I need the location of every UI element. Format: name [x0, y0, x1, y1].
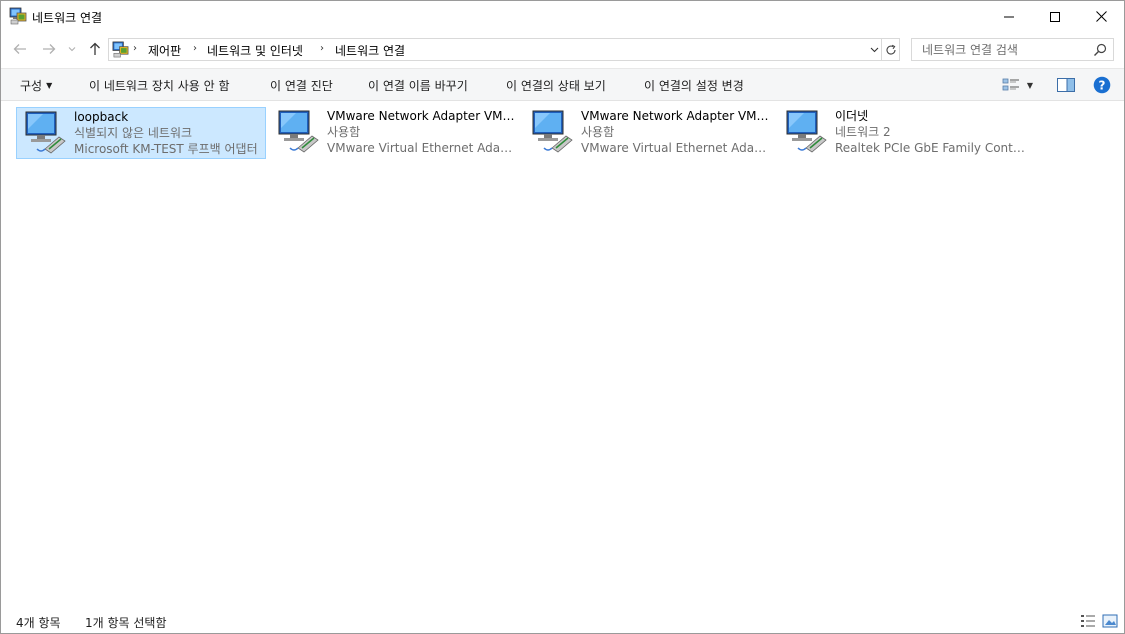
change-settings-button[interactable]: 이 연결의 설정 변경: [644, 77, 744, 94]
close-icon: [1095, 11, 1107, 22]
network-adapter-icon: [532, 110, 573, 153]
minimize-icon: [1004, 16, 1014, 17]
arrow-left-icon: [13, 44, 26, 54]
back-button[interactable]: [9, 38, 31, 60]
connection-item-vmnet1[interactable]: VMware Network Adapter VMnet1 사용함 VMware…: [270, 107, 520, 159]
connection-name: VMware Network Adapter VMnet1: [327, 109, 519, 123]
organize-menu-button[interactable]: 구성 ▼: [20, 77, 52, 94]
network-adapter-icon: [25, 111, 66, 154]
connection-device: Realtek PCIe GbE Family Controller: [835, 141, 1027, 155]
connection-device: VMware Virtual Ethernet Adapter...: [581, 141, 773, 155]
maximize-button[interactable]: [1032, 1, 1078, 32]
search-input[interactable]: [912, 39, 1090, 60]
details-view-icon[interactable]: [1080, 613, 1096, 629]
breadcrumb-separator[interactable]: ›: [320, 43, 324, 54]
breadcrumb-separator[interactable]: ›: [133, 43, 137, 54]
svg-text:?: ?: [1099, 78, 1106, 92]
connection-text: VMware Network Adapter VMnet1 사용함 VMware…: [327, 108, 519, 156]
connection-name: 이더넷: [835, 109, 869, 123]
window-title: 네트워크 연결: [32, 11, 103, 25]
rename-connection-button[interactable]: 이 연결 이름 바꾸기: [368, 77, 468, 94]
minimize-button[interactable]: [986, 1, 1032, 32]
connection-item-loopback[interactable]: loopback 식별되지 않은 네트워크 Microsoft KM-TEST …: [16, 107, 266, 159]
connection-status: 네트워크 2: [835, 125, 891, 139]
diagnose-connection-button[interactable]: 이 연결 진단: [270, 77, 333, 94]
connection-text: loopback 식별되지 않은 네트워크 Microsoft KM-TEST …: [74, 109, 266, 157]
connection-item-ethernet[interactable]: 이더넷 네트워크 2 Realtek PCIe GbE Family Contr…: [778, 107, 1028, 159]
large-icons-view-icon[interactable]: [1102, 613, 1118, 629]
connection-device: Microsoft KM-TEST 루프백 어댑터: [74, 142, 258, 156]
connection-name: VMware Network Adapter VMnet8: [581, 109, 773, 123]
preview-pane-icon: [1057, 78, 1075, 92]
maximize-icon: [1050, 11, 1060, 22]
change-view-button[interactable]: [1001, 75, 1021, 95]
close-button[interactable]: [1078, 1, 1124, 32]
connection-text: 이더넷 네트워크 2 Realtek PCIe GbE Family Contr…: [835, 108, 1027, 156]
view-status-button[interactable]: 이 연결의 상태 보기: [506, 77, 606, 94]
connection-item-vmnet8[interactable]: VMware Network Adapter VMnet8 사용함 VMware…: [524, 107, 774, 159]
network-connections-icon: [9, 7, 27, 25]
explorer-window: 네트워크 연결 › 제어판 › 네트워크 및 인터넷 › 네트워크 연결 네트워…: [0, 0, 1125, 634]
view-options-dropdown[interactable]: ▼: [1023, 75, 1037, 95]
breadcrumb-network-connections[interactable]: 네트워크 연결: [335, 42, 405, 59]
help-icon: ?: [1093, 76, 1111, 94]
connection-status: 사용함: [327, 125, 361, 139]
caret-down-icon: ▼: [1026, 80, 1034, 90]
connection-device: VMware Virtual Ethernet Adapter...: [327, 141, 519, 155]
chevron-down-icon: [870, 47, 878, 52]
network-adapter-icon: [278, 110, 319, 153]
forward-button[interactable]: [38, 38, 60, 60]
breadcrumb-network-internet[interactable]: 네트워크 및 인터넷: [207, 42, 303, 59]
arrow-up-icon: [90, 42, 100, 55]
chevron-down-icon: [68, 47, 76, 52]
preview-pane-button[interactable]: [1056, 75, 1076, 95]
selected-count: 1개 항목 선택함: [85, 616, 167, 630]
connection-status: 식별되지 않은 네트워크: [74, 126, 193, 140]
status-bar: 4개 항목 1개 항목 선택함: [1, 609, 1124, 633]
item-count: 4개 항목: [16, 616, 61, 630]
address-history-dropdown[interactable]: [866, 39, 882, 60]
refresh-icon: [885, 44, 896, 55]
view-options-icon: [1002, 78, 1019, 91]
network-connections-icon: [112, 41, 129, 58]
network-adapter-icon: [786, 110, 827, 153]
navigation-bar: › 제어판 › 네트워크 및 인터넷 › 네트워크 연결: [1, 32, 1124, 66]
address-bar[interactable]: › 제어판 › 네트워크 및 인터넷 › 네트워크 연결: [108, 38, 882, 61]
organize-label: 구성: [20, 79, 43, 93]
connection-name: loopback: [74, 110, 129, 124]
breadcrumb-control-panel[interactable]: 제어판: [148, 42, 181, 59]
title-bar[interactable]: 네트워크 연결: [1, 1, 1124, 32]
connections-list[interactable]: loopback 식별되지 않은 네트워크 Microsoft KM-TEST …: [1, 102, 1124, 607]
disable-device-button[interactable]: 이 네트워크 장치 사용 안 함: [89, 77, 230, 94]
search-icon[interactable]: [1093, 43, 1107, 57]
recent-locations-button[interactable]: [64, 38, 80, 60]
connection-status: 사용함: [581, 125, 615, 139]
breadcrumb-separator[interactable]: ›: [193, 43, 197, 54]
arrow-right-icon: [43, 44, 56, 54]
command-bar: 구성 ▼ 이 네트워크 장치 사용 안 함 이 연결 진단 이 연결 이름 바꾸기…: [1, 68, 1124, 101]
up-button[interactable]: [84, 38, 106, 60]
connection-text: VMware Network Adapter VMnet8 사용함 VMware…: [581, 108, 773, 156]
help-button[interactable]: ?: [1092, 75, 1112, 95]
caret-down-icon: ▼: [46, 81, 53, 90]
refresh-button[interactable]: [882, 38, 900, 61]
search-box[interactable]: [911, 38, 1114, 61]
